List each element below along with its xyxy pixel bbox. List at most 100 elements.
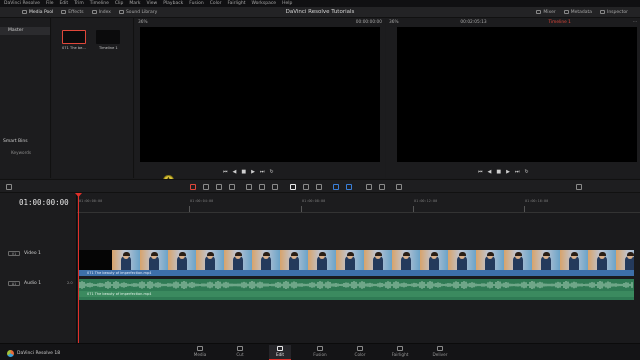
insert-clip-icon[interactable] [246, 184, 252, 190]
page-tab-color[interactable]: Color [349, 345, 371, 360]
position-lock-icon[interactable] [316, 184, 322, 190]
last-frame-icon[interactable]: ⏭ [515, 169, 520, 175]
menu-playback[interactable]: Playback [163, 1, 183, 6]
ruler-mark [301, 206, 302, 212]
menu-help[interactable]: Help [282, 1, 292, 6]
play-icon[interactable]: ▶ [251, 169, 255, 175]
menu-workspace[interactable]: Workspace [251, 1, 276, 6]
media-pool-toggle[interactable]: Media Pool [18, 10, 57, 15]
snapping-icon[interactable] [290, 184, 296, 190]
layout-icon[interactable] [6, 184, 12, 190]
timeline-viewer-header: 36% 00:02:05:13 Timeline 1 ⋯ [386, 18, 640, 26]
loop-icon[interactable]: ↻ [269, 169, 273, 175]
page-tab-edit-label: Edit [275, 352, 285, 357]
dynamic-trim-icon[interactable] [216, 184, 222, 190]
timeline-toolbar [0, 179, 640, 193]
trim-tool-icon[interactable] [203, 184, 209, 190]
selection-tool-icon[interactable] [190, 184, 196, 190]
play-reverse-icon[interactable]: ◀ [488, 169, 492, 175]
media-pool-label: Media Pool [29, 9, 54, 15]
timeline-panel: 01:00:00:00 V1 Video 1 A1 Audio 1 2.0 01… [0, 193, 640, 343]
bin-master[interactable]: Master [0, 27, 50, 35]
menu-app[interactable]: DaVinci Resolve [4, 1, 40, 6]
menu-edit[interactable]: Edit [59, 1, 68, 6]
timeline-thumbnail[interactable] [96, 30, 120, 44]
timeline-zoom[interactable]: 36% [389, 20, 399, 25]
menu-timeline[interactable]: Timeline [90, 1, 109, 6]
video-track-name: Video 1 [24, 251, 41, 256]
ruler-tick-label: 01:00:12:00 [414, 199, 438, 203]
viewer-options-icon[interactable]: ⋯ [633, 20, 637, 25]
audio-waveform-path [78, 281, 633, 289]
overwrite-clip-icon[interactable] [259, 184, 265, 190]
menu-clip[interactable]: Clip [115, 1, 124, 6]
play-icon[interactable]: ▶ [506, 169, 510, 175]
metadata-toggle[interactable]: Metadata [560, 10, 596, 15]
bin-list-panel: Master Smart Bins Keywords [0, 18, 51, 178]
first-frame-icon[interactable]: ⏮ [478, 169, 483, 175]
last-frame-icon[interactable]: ⏭ [260, 169, 265, 175]
page-tab-fairlight[interactable]: Fairlight [389, 345, 411, 360]
source-viewer-screen[interactable] [140, 27, 380, 162]
linked-selection-icon[interactable] [303, 184, 309, 190]
inspector-icon [600, 10, 605, 14]
timeline-viewer-screen[interactable] [397, 27, 637, 162]
page-tab-cut[interactable]: Cut [229, 345, 251, 360]
menu-color[interactable]: Color [210, 1, 222, 6]
menu-file[interactable]: File [46, 1, 54, 6]
replace-clip-icon[interactable] [272, 184, 278, 190]
timeline-name-dropdown[interactable]: Timeline 1 [548, 20, 570, 25]
fairlight-page-icon [397, 346, 403, 351]
page-tab-edit[interactable]: Edit [269, 345, 291, 360]
video-frame-thumbnail [252, 250, 280, 270]
index-toggle[interactable]: Index [88, 10, 115, 15]
detail-zoom-icon[interactable] [379, 184, 385, 190]
effects-toggle[interactable]: Effects [57, 10, 87, 15]
app-version-label: DaVinci Resolve 18 [17, 351, 61, 356]
loop-icon[interactable]: ↻ [524, 169, 528, 175]
video-frame-thumbnail [504, 250, 532, 270]
page-tab-color-label: Color [354, 352, 366, 357]
media-page-icon [197, 346, 203, 351]
playhead[interactable] [78, 195, 79, 343]
clip-thumbnail[interactable] [62, 30, 86, 44]
marker-icon[interactable] [346, 184, 352, 190]
clip-thumbnail-label: 071 The be... [62, 46, 86, 50]
menu-fairlight[interactable]: Fairlight [227, 1, 245, 6]
timeline-ruler[interactable]: 01:00:00:00 01:00:04:00 01:00:08:00 01:0… [77, 193, 640, 213]
page-tab-media[interactable]: Media [189, 345, 211, 360]
stop-icon[interactable]: ■ [496, 169, 501, 175]
video-track-tag[interactable]: V1 [8, 251, 20, 256]
audio-track-tag[interactable]: A1 [8, 281, 20, 286]
video-clip[interactable] [78, 250, 634, 270]
page-tab-fusion[interactable]: Fusion [309, 345, 331, 360]
media-pool-icon [22, 10, 27, 14]
video-frame-thumbnail [336, 250, 364, 270]
menu-mark[interactable]: Mark [129, 1, 140, 6]
play-reverse-icon[interactable]: ◀ [233, 169, 237, 175]
menu-trim[interactable]: Trim [74, 1, 84, 6]
ruler-tick-label: 01:00:04:00 [190, 199, 214, 203]
sound-library-toggle[interactable]: Sound Library [115, 10, 161, 15]
color-page-icon [357, 346, 363, 351]
timeline-viewer: 36% 00:02:05:13 Timeline 1 ⋯ ⏮ ◀ ■ ▶ ⏭ ↻ [386, 18, 640, 178]
smart-bin-keywords[interactable]: Keywords [11, 150, 31, 155]
zoom-out-icon[interactable] [396, 184, 402, 190]
inspector-label: Inspector [607, 9, 628, 15]
page-tab-deliver[interactable]: Deliver [429, 345, 451, 360]
timeline-thumbnail-label: Timeline 1 [99, 46, 118, 50]
ruler-tick-label: 01:00:16:00 [525, 199, 549, 203]
inspector-toggle[interactable]: Inspector [596, 10, 632, 15]
video-frame-thumbnail [168, 250, 196, 270]
flag-icon[interactable] [333, 184, 339, 190]
speaker-icon[interactable] [576, 184, 582, 190]
stop-icon[interactable]: ■ [241, 169, 246, 175]
mixer-toggle[interactable]: Mixer [532, 10, 559, 15]
source-zoom[interactable]: 36% [138, 20, 148, 25]
blade-tool-icon[interactable] [229, 184, 235, 190]
menu-view[interactable]: View [147, 1, 158, 6]
first-frame-icon[interactable]: ⏮ [223, 169, 228, 175]
page-navigation: DaVinci Resolve 18 Media Cut Edit Fusion… [0, 343, 640, 360]
full-extent-zoom-icon[interactable] [366, 184, 372, 190]
menu-fusion[interactable]: Fusion [189, 1, 203, 6]
